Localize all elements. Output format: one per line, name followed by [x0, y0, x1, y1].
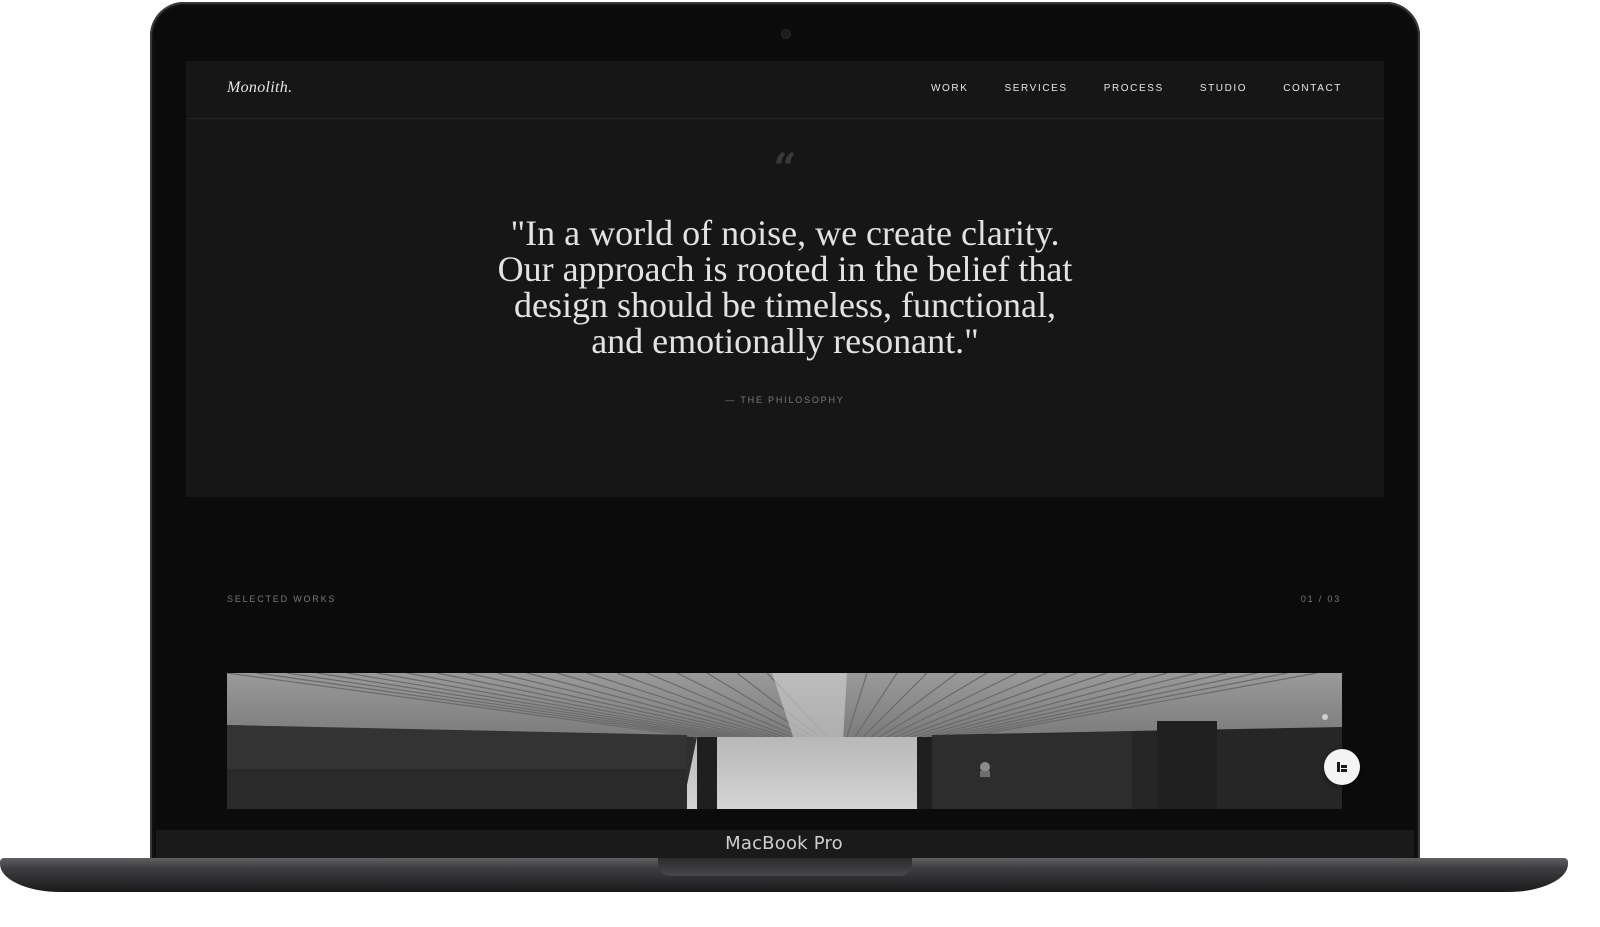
- camera-icon: [782, 30, 790, 38]
- browser-viewport: Monolith. WORK SERVICES PROCESS STUDIO C…: [186, 61, 1384, 809]
- nav-item-studio[interactable]: STUDIO: [1200, 83, 1247, 94]
- site-logo[interactable]: Monolith.: [227, 79, 292, 97]
- architecture-photo: [227, 673, 1342, 809]
- nav-item-work[interactable]: WORK: [931, 83, 969, 94]
- quote-attribution: — THE PHILOSOPHY: [725, 395, 845, 405]
- nav-item-process[interactable]: PROCESS: [1104, 83, 1164, 94]
- quote-line: and emotionally resonant.": [591, 321, 979, 361]
- device-label: MacBook Pro: [725, 833, 843, 854]
- philosophy-quote: "In a world of noise, we create clarity.…: [435, 215, 1135, 359]
- selected-works-section: SELECTED WORKS 01 / 03: [186, 497, 1384, 809]
- nav-item-contact[interactable]: CONTACT: [1283, 83, 1342, 94]
- quote-line: "In a world of noise, we create clarity.: [510, 213, 1060, 253]
- quote-mark-icon: “: [773, 145, 797, 192]
- laptop-mockup: Monolith. WORK SERVICES PROCESS STUDIO C…: [0, 0, 1600, 927]
- nav-item-services[interactable]: SERVICES: [1005, 83, 1068, 94]
- quote-line: design should be timeless, functional,: [514, 285, 1056, 325]
- project-image[interactable]: [227, 673, 1342, 809]
- main-nav: WORK SERVICES PROCESS STUDIO CONTACT: [931, 83, 1342, 94]
- builder-badge-button[interactable]: [1324, 749, 1360, 785]
- section-label: SELECTED WORKS: [227, 594, 337, 604]
- lid-notch: [658, 858, 912, 876]
- slide-counter: 01 / 03: [1300, 594, 1341, 604]
- philosophy-section: “ "In a world of noise, we create clarit…: [186, 119, 1384, 497]
- builder-badge-icon: [1337, 762, 1347, 772]
- quote-line: Our approach is rooted in the belief tha…: [497, 249, 1073, 289]
- site-header: Monolith. WORK SERVICES PROCESS STUDIO C…: [186, 61, 1384, 119]
